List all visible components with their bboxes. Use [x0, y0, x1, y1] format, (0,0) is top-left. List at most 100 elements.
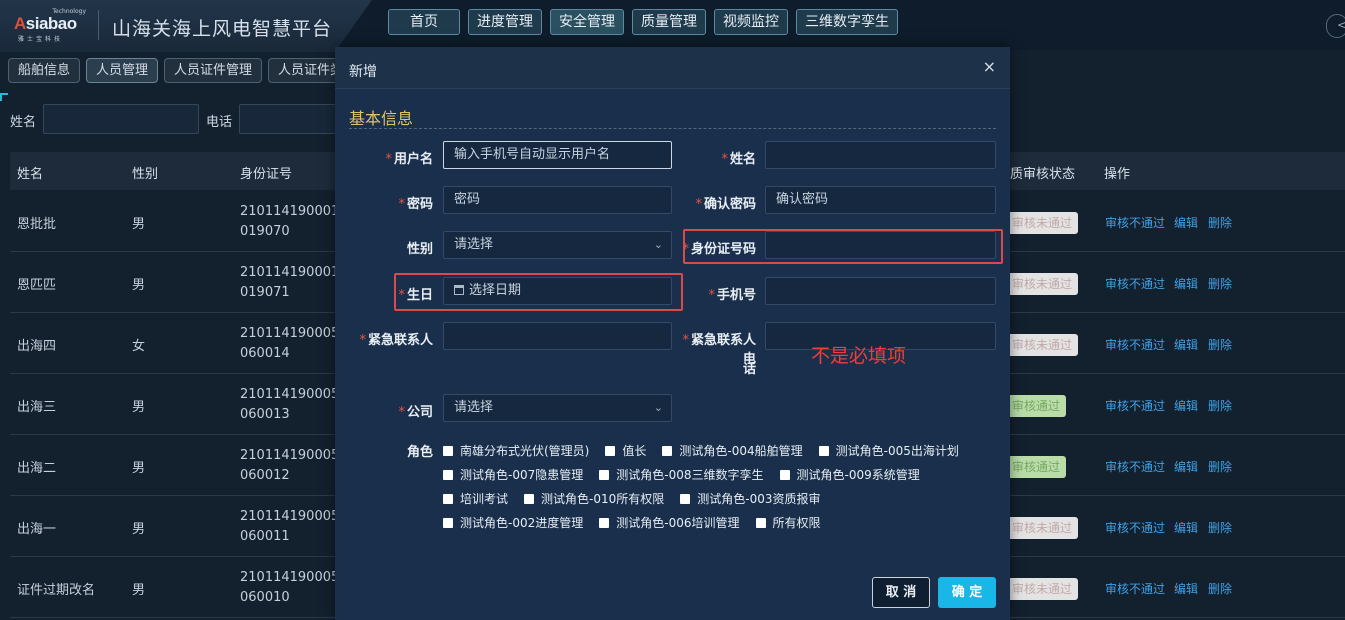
reject-link[interactable]: 审核不通过 — [1105, 458, 1165, 475]
required-mark: * — [682, 333, 689, 348]
delete-link[interactable]: 删除 — [1208, 397, 1232, 414]
password-input[interactable]: 密码 — [443, 186, 672, 214]
edit-link[interactable]: 编辑 — [1174, 214, 1198, 231]
checkbox-box[interactable] — [524, 493, 535, 504]
reject-link[interactable]: 审核不通过 — [1105, 397, 1165, 414]
role-checkbox[interactable]: 培训考试 — [443, 490, 508, 507]
edit-link[interactable]: 编辑 — [1174, 397, 1198, 414]
cell-gender: 男 — [132, 400, 146, 415]
checkbox-box[interactable] — [662, 445, 673, 456]
edit-link[interactable]: 编辑 — [1174, 580, 1198, 597]
panel-corner-accent — [0, 93, 8, 101]
confirm-password-input[interactable]: 确认密码 — [765, 186, 996, 214]
nav-home[interactable]: 首页 — [388, 9, 460, 35]
nav-quality[interactable]: 质量管理 — [632, 9, 706, 35]
role-checkbox[interactable]: 测试角色-002进度管理 — [443, 514, 583, 531]
sub-nav: 船舶信息 人员管理 人员证件管理 人员证件类 — [8, 58, 359, 83]
role-checkbox[interactable]: 测试角色-003资质报审 — [680, 490, 821, 507]
gender-placeholder: 请选择 — [454, 237, 494, 252]
checkbox-box[interactable] — [818, 445, 829, 456]
checkbox-box[interactable] — [599, 517, 610, 528]
cell-name: 恩批批 — [17, 217, 57, 232]
name-label-text: 姓名 — [729, 152, 756, 167]
checkbox-box[interactable] — [443, 469, 453, 480]
edit-link[interactable]: 编辑 — [1174, 336, 1198, 353]
role-checkbox[interactable]: 测试角色-010所有权限 — [524, 490, 664, 507]
checkbox-box[interactable] — [443, 493, 453, 504]
cell-gender: 女 — [132, 339, 146, 354]
role-checkbox[interactable]: 测试角色-008三维数字孪生 — [599, 466, 764, 483]
cell-gender: 男 — [132, 522, 146, 537]
delete-link[interactable]: 删除 — [1208, 336, 1232, 353]
nav-video[interactable]: 视频监控 — [714, 9, 788, 35]
phone-input[interactable] — [765, 277, 996, 305]
edit-link[interactable]: 编辑 — [1174, 519, 1198, 536]
cell-gender: 男 — [132, 278, 146, 293]
reject-link[interactable]: 审核不通过 — [1105, 519, 1165, 536]
role-checkbox[interactable]: 测试角色-009系统管理 — [779, 466, 920, 483]
emergency-contact-input[interactable] — [443, 322, 672, 350]
edit-link[interactable]: 编辑 — [1174, 458, 1198, 475]
checkbox-box[interactable] — [605, 445, 616, 456]
company-select[interactable]: 请选择 ⌄ — [443, 394, 672, 422]
role-checkbox[interactable]: 南雄分布式光伏(管理员) — [443, 442, 589, 459]
nav-digital-twin[interactable]: 三维数字孪生 — [796, 9, 898, 35]
role-label-text: 值长 — [622, 444, 647, 458]
gender-select[interactable]: 请选择 ⌄ — [443, 231, 672, 259]
role-checkbox[interactable]: 测试角色-005出海计划 — [818, 442, 959, 459]
delete-link[interactable]: 删除 — [1208, 580, 1232, 597]
reject-link[interactable]: 审核不通过 — [1105, 275, 1165, 292]
logo-letter: A — [14, 14, 26, 33]
search-phone-input[interactable] — [239, 104, 339, 134]
cell-idcard: 210114190005060014 — [240, 326, 340, 361]
role-checkbox[interactable]: 测试角色-006培训管理 — [599, 514, 740, 531]
search-phone-label: 电话 — [206, 115, 233, 130]
delete-link[interactable]: 删除 — [1208, 275, 1232, 292]
checkbox-box[interactable] — [443, 445, 453, 456]
role-checkbox[interactable]: 测试角色-007隐患管理 — [443, 466, 583, 483]
cancel-button[interactable]: 取 消 — [872, 577, 930, 608]
cell-gender: 男 — [132, 461, 146, 476]
edit-link[interactable]: 编辑 — [1174, 275, 1198, 292]
checkbox-box[interactable] — [779, 469, 790, 480]
nav-safety[interactable]: 安全管理 — [550, 9, 624, 35]
company-placeholder: 请选择 — [454, 400, 494, 415]
name-input[interactable] — [765, 141, 996, 169]
delete-link[interactable]: 删除 — [1208, 458, 1232, 475]
tab-personnel[interactable]: 人员管理 — [86, 58, 159, 83]
dialog-header: 新增 × — [335, 47, 1010, 89]
search-name-input[interactable] — [43, 104, 199, 134]
logo-subtitle: 雅士宝科技 — [18, 36, 64, 43]
role-row: 南雄分布式光伏(管理员) 值长 测试角色-004船舶管理 测试角色-005出海计划 — [443, 442, 975, 459]
annotation-note: 不是必填项 — [811, 345, 907, 367]
checkbox-box[interactable] — [755, 517, 766, 528]
close-icon[interactable]: × — [983, 57, 996, 76]
confirm-button[interactable]: 确 定 — [938, 577, 996, 608]
role-checkbox[interactable]: 所有权限 — [755, 514, 821, 531]
checkbox-box[interactable] — [443, 517, 453, 528]
status-badge: 审核未通过 — [1006, 273, 1079, 295]
role-label-text: 测试角色-003资质报审 — [697, 492, 821, 506]
brand-panel: Technology Asiabao 雅士宝科技 山海关海上风电智慧平台 — [0, 0, 372, 52]
password-label-text: 密码 — [406, 197, 433, 212]
col-status: 质审核状态 — [1010, 167, 1076, 182]
tab-certificates[interactable]: 人员证件管理 — [164, 58, 263, 83]
section-divider — [349, 128, 996, 129]
nav-progress[interactable]: 进度管理 — [468, 9, 542, 35]
reject-link[interactable]: 审核不通过 — [1105, 580, 1165, 597]
password-label: * 密码 — [347, 193, 433, 212]
reject-link[interactable]: 审核不通过 — [1105, 336, 1165, 353]
collapse-button[interactable]: < — [1326, 14, 1345, 38]
role-checkbox[interactable]: 值长 — [605, 442, 646, 459]
cell-idcard: 210114190005060012 — [240, 448, 340, 483]
delete-link[interactable]: 删除 — [1208, 214, 1232, 231]
reject-link[interactable]: 审核不通过 — [1105, 214, 1165, 231]
role-checkbox[interactable]: 测试角色-004船舶管理 — [662, 442, 803, 459]
required-mark: * — [721, 152, 728, 167]
status-badge: 审核未通过 — [1006, 334, 1079, 356]
delete-link[interactable]: 删除 — [1208, 519, 1232, 536]
username-input[interactable]: 输入手机号自动显示用户名 — [443, 141, 672, 169]
checkbox-box[interactable] — [599, 469, 610, 480]
tab-ship-info[interactable]: 船舶信息 — [8, 58, 81, 83]
checkbox-box[interactable] — [680, 493, 691, 504]
